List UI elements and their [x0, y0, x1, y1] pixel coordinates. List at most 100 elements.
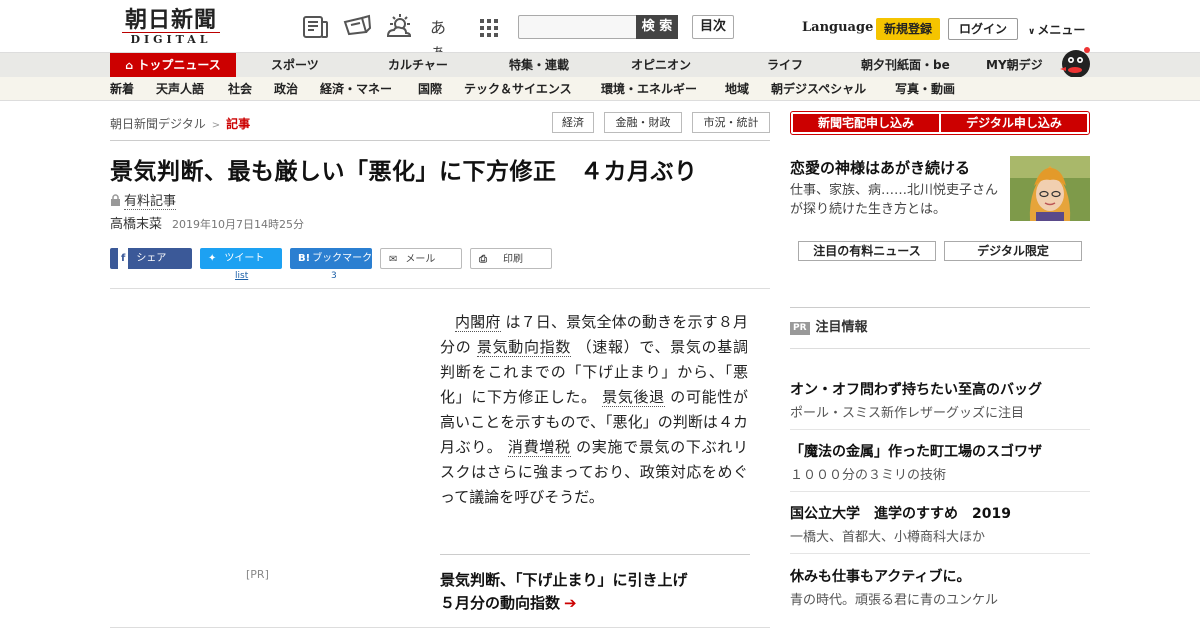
feature-photo[interactable]	[1010, 156, 1090, 221]
keyword-link[interactable]: 景気後退	[602, 388, 665, 407]
article-headline: 景気判断、最も厳しい「悪化」に下方修正 ４カ月ぶり	[110, 159, 698, 185]
facebook-share-label: シェア	[136, 253, 167, 264]
search-input[interactable]	[518, 15, 638, 39]
facebook-icon: f	[118, 248, 129, 269]
tag-economy[interactable]: 経済	[552, 112, 594, 133]
nav-item-newspaper[interactable]: 朝夕刊紙面・be	[861, 53, 950, 78]
keyword-link[interactable]: 景気動向指数	[476, 338, 572, 357]
grid-menu-icon[interactable]	[474, 12, 504, 42]
pr-item-title[interactable]: 国公立大学 進学のすすめ 2019	[790, 503, 1011, 523]
subnav-item-economy[interactable]: 経済・マネー	[320, 77, 392, 101]
breadcrumb-current: 記事	[226, 117, 251, 131]
related-article-title-line1: 景気判断、「下げ止まり」に引き上げ	[440, 571, 688, 589]
keyword-link[interactable]: 消費増税	[507, 438, 571, 457]
sub-nav: 新着 天声人語 社会 政治 経済・マネー 国際 テック＆サイエンス 環境・エネル…	[0, 77, 1200, 101]
hatena-count[interactable]: 3	[331, 271, 337, 281]
divider	[110, 627, 770, 628]
search-button[interactable]: 検 索	[636, 15, 678, 39]
main-nav: ⌂ トップニュース スポーツ カルチャー 特集・連載 オピニオン ライフ 朝夕刊…	[0, 52, 1200, 78]
logo-sub-text: DIGITAL	[122, 32, 220, 47]
ad-label: [PR]	[246, 568, 269, 581]
notice-heading-label: 注目情報	[815, 320, 868, 335]
pr-item-subtitle[interactable]: 一橋大、首都大、小樽商科大ほか	[790, 526, 985, 545]
logo-main-text: 朝日新聞	[124, 7, 217, 33]
breadcrumb-separator: >	[211, 120, 221, 131]
hatena-bookmark-label: ブックマーク	[312, 253, 373, 264]
digital-only-button[interactable]: デジタル限定	[944, 241, 1082, 261]
feature-title[interactable]: 恋愛の神様はあがき続ける	[790, 157, 970, 178]
divider	[790, 429, 1090, 430]
nav-item-opinion[interactable]: オピニオン	[631, 53, 691, 78]
subnav-item-tenseijingo[interactable]: 天声人語	[156, 77, 204, 101]
pr-item-subtitle[interactable]: １０００分の３ミリの技術	[790, 464, 946, 483]
paid-news-button[interactable]: 注目の有料ニュース	[798, 241, 936, 261]
twitter-icon: ✦	[208, 253, 217, 264]
pr-badge: PR	[790, 322, 810, 335]
subnav-item-special[interactable]: 朝デジスペシャル	[771, 77, 866, 101]
signup-button[interactable]: 新規登録	[876, 18, 940, 40]
arrow-right-icon: ➔	[564, 594, 577, 612]
chevron-down-icon: ∨	[1028, 27, 1036, 37]
feature-description[interactable]: 仕事、家族、病……北川悦吏子さんが探り続けた生き方とは。	[790, 181, 1004, 219]
pr-item-title[interactable]: 「魔法の金属」作った町工場のスゴワザ	[790, 441, 1042, 461]
facebook-share-button[interactable]: f シェア	[110, 248, 192, 269]
article-body: 内閣府 は７日、景気全体の動きを示す８月分の 景気動向指数 （速報）で、景気の基…	[440, 310, 748, 510]
subnav-item-photo[interactable]: 写真・動画	[895, 77, 955, 101]
nav-item-culture[interactable]: カルチャー	[388, 53, 448, 78]
related-article-link[interactable]: 景気判断、「下げ止まり」に引き上げ ５月分の動向指数 ➔	[440, 569, 750, 615]
nav-item-life[interactable]: ライフ	[767, 53, 803, 78]
divider	[110, 288, 770, 289]
login-button[interactable]: ログイン	[948, 18, 1018, 40]
nav-item-sports[interactable]: スポーツ	[271, 53, 319, 78]
language-link[interactable]: Language	[802, 20, 873, 35]
subscribe-digital-button[interactable]: デジタル申し込み	[941, 114, 1087, 132]
breadcrumb-home[interactable]: 朝日新聞デジタル	[110, 117, 206, 131]
menu-button[interactable]: ∨ メニュー	[1028, 21, 1085, 38]
subnav-item-politics[interactable]: 政治	[274, 77, 298, 101]
newspaper-icon[interactable]	[300, 12, 330, 42]
keyword-link[interactable]: 内閣府	[455, 313, 501, 332]
pr-item-title[interactable]: オン・オフ問わず持ちたい至高のバッグ	[790, 379, 1042, 399]
twitter-count[interactable]: list	[235, 271, 248, 281]
font-size-icon[interactable]: あぁ	[430, 14, 460, 61]
mail-share-button[interactable]: ✉ メール	[380, 248, 462, 269]
pr-item-subtitle[interactable]: 青の時代。頑張る君に青のユンケル	[790, 589, 998, 608]
pr-item-subtitle[interactable]: ポール・スミス新作レザーグッズに注目	[790, 402, 1024, 421]
subnav-item-environment[interactable]: 環境・エネルギー	[601, 77, 697, 101]
mascot-icon	[1060, 47, 1090, 78]
nav-item-my-asahi[interactable]: MY朝デジ	[986, 53, 1043, 78]
subnav-item-region[interactable]: 地域	[725, 77, 749, 101]
print-button[interactable]: ⎙ 印刷	[470, 248, 552, 269]
hatena-bookmark-button[interactable]: B! ブックマーク	[290, 248, 372, 269]
subnav-item-tech[interactable]: テック＆サイエンス	[464, 77, 572, 101]
pr-item-title[interactable]: 休みも仕事もアクティブに。	[790, 566, 970, 586]
nav-item-top-news[interactable]: ⌂ トップニュース	[110, 53, 236, 78]
site-logo[interactable]: 朝日新聞 DIGITAL	[112, 8, 230, 48]
paid-article-label[interactable]: 有料記事	[124, 194, 177, 210]
divider	[790, 307, 1090, 308]
printer-icon: ⎙	[479, 254, 487, 265]
subnav-item-society[interactable]: 社会	[228, 77, 252, 101]
tag-market[interactable]: 市況・統計	[692, 112, 770, 133]
menu-label: メニュー	[1037, 23, 1086, 37]
hatena-icon: B!	[298, 253, 311, 264]
divider	[440, 554, 750, 555]
subnav-item-latest[interactable]: 新着	[110, 77, 134, 101]
divider	[790, 348, 1090, 349]
subscribe-paper-button[interactable]: 新聞宅配申し込み	[793, 114, 939, 132]
mail-icon: ✉	[389, 254, 398, 265]
lock-icon	[111, 194, 120, 206]
nav-item-label: トップニュース	[137, 58, 221, 72]
nav-item-features[interactable]: 特集・連載	[509, 53, 569, 78]
megaphone-icon[interactable]	[342, 12, 372, 42]
tag-finance[interactable]: 金融・財政	[604, 112, 682, 133]
subnav-item-international[interactable]: 国際	[418, 77, 442, 101]
home-icon: ⌂	[125, 59, 134, 72]
twitter-share-button[interactable]: ✦ ツイート	[200, 248, 282, 269]
breadcrumb: 朝日新聞デジタル > 記事	[110, 115, 250, 132]
publish-date: 2019年10月7日14時25分	[172, 218, 304, 231]
weather-icon[interactable]	[384, 12, 414, 42]
paid-article-badge: 有料記事	[110, 190, 177, 210]
toc-button[interactable]: 目次	[692, 15, 734, 39]
subscribe-box: 新聞宅配申し込み デジタル申し込み	[790, 111, 1090, 135]
